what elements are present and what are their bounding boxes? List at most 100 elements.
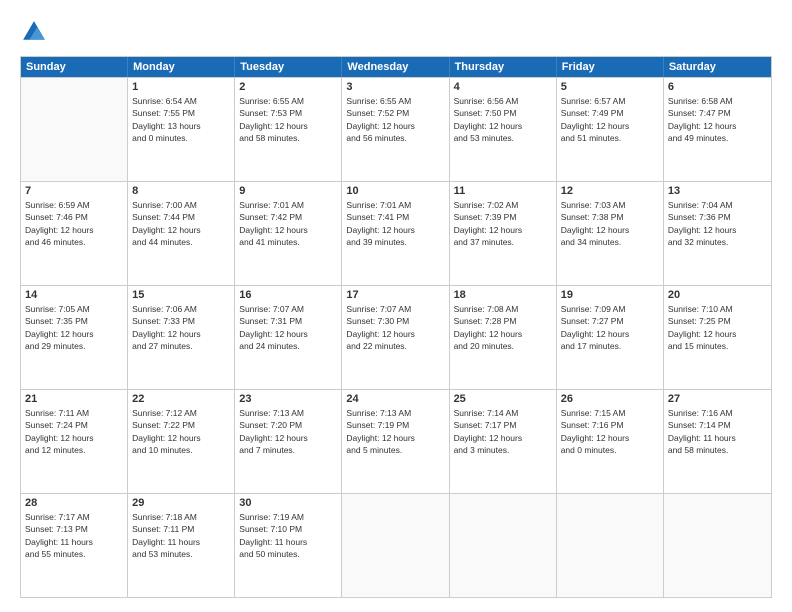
day-number: 28: [25, 497, 123, 509]
cal-cell-empty-4-3: [342, 494, 449, 597]
day-detail: Sunrise: 7:05 AM Sunset: 7:35 PM Dayligh…: [25, 303, 123, 352]
cal-cell-day-6: 6 Sunrise: 6:58 AM Sunset: 7:47 PM Daylig…: [664, 78, 771, 181]
day-detail: Sunrise: 7:02 AM Sunset: 7:39 PM Dayligh…: [454, 199, 552, 248]
day-number: 7: [25, 185, 123, 197]
day-number: 10: [346, 185, 444, 197]
day-detail: Sunrise: 7:19 AM Sunset: 7:10 PM Dayligh…: [239, 511, 337, 560]
cal-header-wednesday: Wednesday: [342, 57, 449, 77]
cal-cell-day-17: 17 Sunrise: 7:07 AM Sunset: 7:30 PM Dayli…: [342, 286, 449, 389]
cal-cell-day-19: 19Sunrise: 7:09 AM Sunset: 7:27 PM Dayli…: [557, 286, 664, 389]
cal-cell-day-2: 2 Sunrise: 6:55 AM Sunset: 7:53 PM Daylig…: [235, 78, 342, 181]
day-detail: Sunrise: 7:01 AM Sunset: 7:41 PM Dayligh…: [346, 199, 444, 248]
cal-row-0: 1 Sunrise: 6:54 AM Sunset: 7:55 PM Daylig…: [21, 77, 771, 181]
cal-cell-day-9: 9Sunrise: 7:01 AM Sunset: 7:42 PM Daylig…: [235, 182, 342, 285]
day-number: 1: [132, 81, 230, 93]
day-number: 6: [668, 81, 767, 93]
cal-cell-day-18: 18 Sunrise: 7:08 AM Sunset: 7:28 PM Dayli…: [450, 286, 557, 389]
page: SundayMondayTuesdayWednesdayThursdayFrid…: [0, 0, 792, 612]
day-detail: Sunrise: 7:17 AM Sunset: 7:13 PM Dayligh…: [25, 511, 123, 560]
day-detail: Sunrise: 7:18 AM Sunset: 7:11 PM Dayligh…: [132, 511, 230, 560]
calendar: SundayMondayTuesdayWednesdayThursdayFrid…: [20, 56, 772, 598]
day-detail: Sunrise: 7:01 AM Sunset: 7:42 PM Dayligh…: [239, 199, 337, 248]
cal-header-tuesday: Tuesday: [235, 57, 342, 77]
day-number: 20: [668, 289, 767, 301]
day-number: 14: [25, 289, 123, 301]
cal-cell-empty-4-6: [664, 494, 771, 597]
cal-cell-day-1: 1 Sunrise: 6:54 AM Sunset: 7:55 PM Daylig…: [128, 78, 235, 181]
day-number: 24: [346, 393, 444, 405]
cal-row-3: 21Sunrise: 7:11 AM Sunset: 7:24 PM Dayli…: [21, 389, 771, 493]
cal-cell-day-27: 27 Sunrise: 7:16 AM Sunset: 7:14 PM Dayli…: [664, 390, 771, 493]
day-number: 18: [454, 289, 552, 301]
day-number: 25: [454, 393, 552, 405]
cal-header-sunday: Sunday: [21, 57, 128, 77]
day-number: 29: [132, 497, 230, 509]
day-detail: Sunrise: 7:06 AM Sunset: 7:33 PM Dayligh…: [132, 303, 230, 352]
day-detail: Sunrise: 7:15 AM Sunset: 7:16 PM Dayligh…: [561, 407, 659, 456]
cal-header-friday: Friday: [557, 57, 664, 77]
cal-row-1: 7 Sunrise: 6:59 AM Sunset: 7:46 PM Daylig…: [21, 181, 771, 285]
day-number: 27: [668, 393, 767, 405]
day-detail: Sunrise: 6:55 AM Sunset: 7:53 PM Dayligh…: [239, 95, 337, 144]
cal-cell-day-20: 20 Sunrise: 7:10 AM Sunset: 7:25 PM Dayli…: [664, 286, 771, 389]
day-number: 22: [132, 393, 230, 405]
cal-cell-day-13: 13Sunrise: 7:04 AM Sunset: 7:36 PM Dayli…: [664, 182, 771, 285]
day-number: 16: [239, 289, 337, 301]
day-number: 8: [132, 185, 230, 197]
cal-cell-day-26: 26Sunrise: 7:15 AM Sunset: 7:16 PM Dayli…: [557, 390, 664, 493]
cal-cell-day-15: 15 Sunrise: 7:06 AM Sunset: 7:33 PM Dayli…: [128, 286, 235, 389]
calendar-header-row: SundayMondayTuesdayWednesdayThursdayFrid…: [21, 57, 771, 77]
day-detail: Sunrise: 6:55 AM Sunset: 7:52 PM Dayligh…: [346, 95, 444, 144]
cal-cell-day-3: 3 Sunrise: 6:55 AM Sunset: 7:52 PM Daylig…: [342, 78, 449, 181]
day-detail: Sunrise: 7:07 AM Sunset: 7:30 PM Dayligh…: [346, 303, 444, 352]
cal-cell-day-5: 5 Sunrise: 6:57 AM Sunset: 7:49 PM Daylig…: [557, 78, 664, 181]
day-number: 11: [454, 185, 552, 197]
day-detail: Sunrise: 7:13 AM Sunset: 7:20 PM Dayligh…: [239, 407, 337, 456]
day-number: 2: [239, 81, 337, 93]
cal-header-thursday: Thursday: [450, 57, 557, 77]
day-detail: Sunrise: 7:00 AM Sunset: 7:44 PM Dayligh…: [132, 199, 230, 248]
day-detail: Sunrise: 7:09 AM Sunset: 7:27 PM Dayligh…: [561, 303, 659, 352]
day-detail: Sunrise: 7:03 AM Sunset: 7:38 PM Dayligh…: [561, 199, 659, 248]
day-detail: Sunrise: 7:08 AM Sunset: 7:28 PM Dayligh…: [454, 303, 552, 352]
day-number: 12: [561, 185, 659, 197]
cal-cell-day-22: 22Sunrise: 7:12 AM Sunset: 7:22 PM Dayli…: [128, 390, 235, 493]
day-detail: Sunrise: 7:14 AM Sunset: 7:17 PM Dayligh…: [454, 407, 552, 456]
calendar-body: 1 Sunrise: 6:54 AM Sunset: 7:55 PM Daylig…: [21, 77, 771, 597]
day-number: 4: [454, 81, 552, 93]
cal-cell-day-23: 23 Sunrise: 7:13 AM Sunset: 7:20 PM Dayli…: [235, 390, 342, 493]
cal-cell-day-29: 29 Sunrise: 7:18 AM Sunset: 7:11 PM Dayli…: [128, 494, 235, 597]
cal-cell-day-28: 28 Sunrise: 7:17 AM Sunset: 7:13 PM Dayli…: [21, 494, 128, 597]
cal-row-4: 28 Sunrise: 7:17 AM Sunset: 7:13 PM Dayli…: [21, 493, 771, 597]
day-number: 5: [561, 81, 659, 93]
cal-cell-day-25: 25 Sunrise: 7:14 AM Sunset: 7:17 PM Dayli…: [450, 390, 557, 493]
cal-cell-empty-0-0: [21, 78, 128, 181]
cal-cell-empty-4-5: [557, 494, 664, 597]
cal-cell-day-4: 4Sunrise: 6:56 AM Sunset: 7:50 PM Daylig…: [450, 78, 557, 181]
day-detail: Sunrise: 7:07 AM Sunset: 7:31 PM Dayligh…: [239, 303, 337, 352]
cal-cell-day-14: 14 Sunrise: 7:05 AM Sunset: 7:35 PM Dayli…: [21, 286, 128, 389]
cal-row-2: 14 Sunrise: 7:05 AM Sunset: 7:35 PM Dayli…: [21, 285, 771, 389]
cal-cell-empty-4-4: [450, 494, 557, 597]
cal-cell-day-21: 21Sunrise: 7:11 AM Sunset: 7:24 PM Dayli…: [21, 390, 128, 493]
cal-cell-day-16: 16 Sunrise: 7:07 AM Sunset: 7:31 PM Dayli…: [235, 286, 342, 389]
cal-header-monday: Monday: [128, 57, 235, 77]
day-detail: Sunrise: 7:10 AM Sunset: 7:25 PM Dayligh…: [668, 303, 767, 352]
day-detail: Sunrise: 6:57 AM Sunset: 7:49 PM Dayligh…: [561, 95, 659, 144]
day-number: 3: [346, 81, 444, 93]
cal-cell-day-12: 12 Sunrise: 7:03 AM Sunset: 7:38 PM Dayli…: [557, 182, 664, 285]
day-number: 15: [132, 289, 230, 301]
day-number: 23: [239, 393, 337, 405]
cal-cell-day-11: 11 Sunrise: 7:02 AM Sunset: 7:39 PM Dayli…: [450, 182, 557, 285]
day-detail: Sunrise: 6:54 AM Sunset: 7:55 PM Dayligh…: [132, 95, 230, 144]
day-number: 21: [25, 393, 123, 405]
day-number: 30: [239, 497, 337, 509]
day-number: 17: [346, 289, 444, 301]
day-number: 13: [668, 185, 767, 197]
cal-cell-day-24: 24Sunrise: 7:13 AM Sunset: 7:19 PM Dayli…: [342, 390, 449, 493]
day-detail: Sunrise: 6:58 AM Sunset: 7:47 PM Dayligh…: [668, 95, 767, 144]
logo-icon: [20, 18, 48, 46]
header: [20, 18, 772, 46]
day-detail: Sunrise: 7:16 AM Sunset: 7:14 PM Dayligh…: [668, 407, 767, 456]
day-detail: Sunrise: 6:59 AM Sunset: 7:46 PM Dayligh…: [25, 199, 123, 248]
